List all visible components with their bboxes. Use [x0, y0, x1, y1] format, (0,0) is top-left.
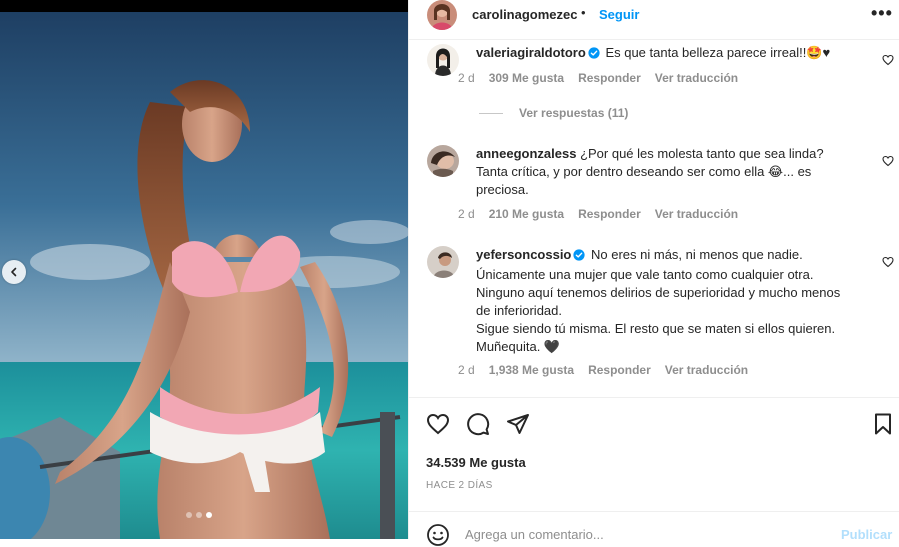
add-comment-input[interactable] — [465, 522, 825, 546]
translate-button[interactable]: Ver traducción — [655, 207, 738, 221]
post-sidebar: carolinagomezec • Seguir ••• valeriagira… — [408, 0, 899, 546]
like-comment-heart-icon[interactable] — [882, 54, 894, 66]
comment-username[interactable]: valeriagiraldotoro — [476, 45, 586, 60]
author-avatar[interactable] — [427, 0, 457, 30]
author-username[interactable]: carolinagomezec — [472, 7, 578, 22]
instagram-post-view: carolinagomezec • Seguir ••• valeriagira… — [0, 0, 899, 546]
commenter-avatar[interactable] — [427, 145, 459, 177]
avatar-image — [427, 246, 459, 278]
verified-badge-icon — [573, 248, 585, 266]
likes-count[interactable]: 34.539 Me gusta — [426, 455, 526, 470]
follow-button[interactable]: Seguir — [599, 7, 639, 22]
carousel-dot — [196, 512, 202, 518]
chevron-left-icon — [11, 267, 17, 277]
comment-likes[interactable]: 1,938 Me gusta — [489, 363, 574, 377]
like-heart-icon[interactable] — [426, 412, 450, 436]
comment-body: yefersoncossio No eres ni más, ni menos … — [476, 246, 856, 356]
carousel-dot — [186, 512, 192, 518]
commenter-avatar[interactable] — [427, 246, 459, 278]
save-bookmark-icon[interactable] — [871, 412, 895, 436]
reply-button[interactable]: Responder — [578, 71, 641, 85]
post-media — [0, 0, 408, 539]
post-header: carolinagomezec • Seguir ••• — [409, 0, 899, 30]
reply-button[interactable]: Responder — [578, 207, 641, 221]
carousel-indicator — [186, 512, 212, 518]
like-comment-heart-icon[interactable] — [882, 256, 894, 268]
post-actions-bar — [409, 398, 899, 448]
post-photo — [0, 12, 408, 539]
comment-meta: 2 d 309 Me gusta Responder Ver traducción — [458, 71, 752, 85]
comment-text-line: Únicamente una mujer que vale tanto como… — [476, 267, 814, 282]
comment-time: 2 d — [458, 363, 475, 377]
avatar-image — [427, 145, 459, 177]
translate-button[interactable]: Ver traducción — [655, 71, 738, 85]
view-replies-label: Ver respuestas (11) — [519, 106, 629, 120]
comment-time: 2 d — [458, 71, 475, 85]
more-options-icon[interactable]: ••• — [871, 3, 893, 24]
view-replies-button[interactable]: Ver respuestas (11) — [479, 106, 628, 120]
header-separator: • — [581, 5, 586, 20]
media-top-strip — [0, 0, 408, 12]
share-send-icon[interactable] — [506, 412, 530, 436]
post-time[interactable]: HACE 2 DÍAS — [426, 480, 493, 491]
comment-text-line: Sigue siendo tú misma. El resto que se m… — [476, 321, 836, 336]
avatar-image — [427, 44, 459, 76]
like-comment-heart-icon[interactable] — [882, 155, 894, 167]
comment-likes[interactable]: 210 Me gusta — [489, 207, 564, 221]
comment-text-line: No eres ni más, ni menos que nadie. — [591, 247, 803, 262]
header-divider — [409, 39, 899, 40]
emoji-icon[interactable] — [426, 523, 450, 547]
replies-line — [479, 112, 503, 114]
comment-body: anneegonzaless ¿Por qué les molesta tant… — [476, 145, 856, 199]
translate-button[interactable]: Ver traducción — [665, 363, 748, 377]
comment-text: Es que tanta belleza parece irreal!!🤩♥ — [605, 45, 831, 60]
comment-meta: 2 d 210 Me gusta Responder Ver traducción — [458, 207, 752, 221]
comment-box-divider — [409, 511, 899, 512]
commenter-avatar[interactable] — [427, 44, 459, 76]
verified-badge-icon — [588, 46, 600, 64]
comment-username[interactable]: yefersoncossio — [476, 247, 571, 262]
comment-text-line: Muñequita. 🖤 — [476, 339, 561, 354]
comment-username[interactable]: anneegonzaless — [476, 146, 576, 161]
avatar-image — [427, 0, 457, 30]
comment-text-line: Ninguno aquí tenemos delirios de superio… — [476, 285, 841, 318]
comment-bubble-icon[interactable] — [466, 412, 490, 436]
comment-time: 2 d — [458, 207, 475, 221]
publish-button[interactable]: Publicar — [841, 527, 892, 542]
comment-body: valeriagiraldotoro Es que tanta belleza … — [476, 44, 856, 64]
reply-button[interactable]: Responder — [588, 363, 651, 377]
carousel-dot-active — [206, 512, 212, 518]
carousel-prev-button[interactable] — [2, 260, 26, 284]
comment-likes[interactable]: 309 Me gusta — [489, 71, 564, 85]
comment-meta: 2 d 1,938 Me gusta Responder Ver traducción — [458, 363, 762, 377]
